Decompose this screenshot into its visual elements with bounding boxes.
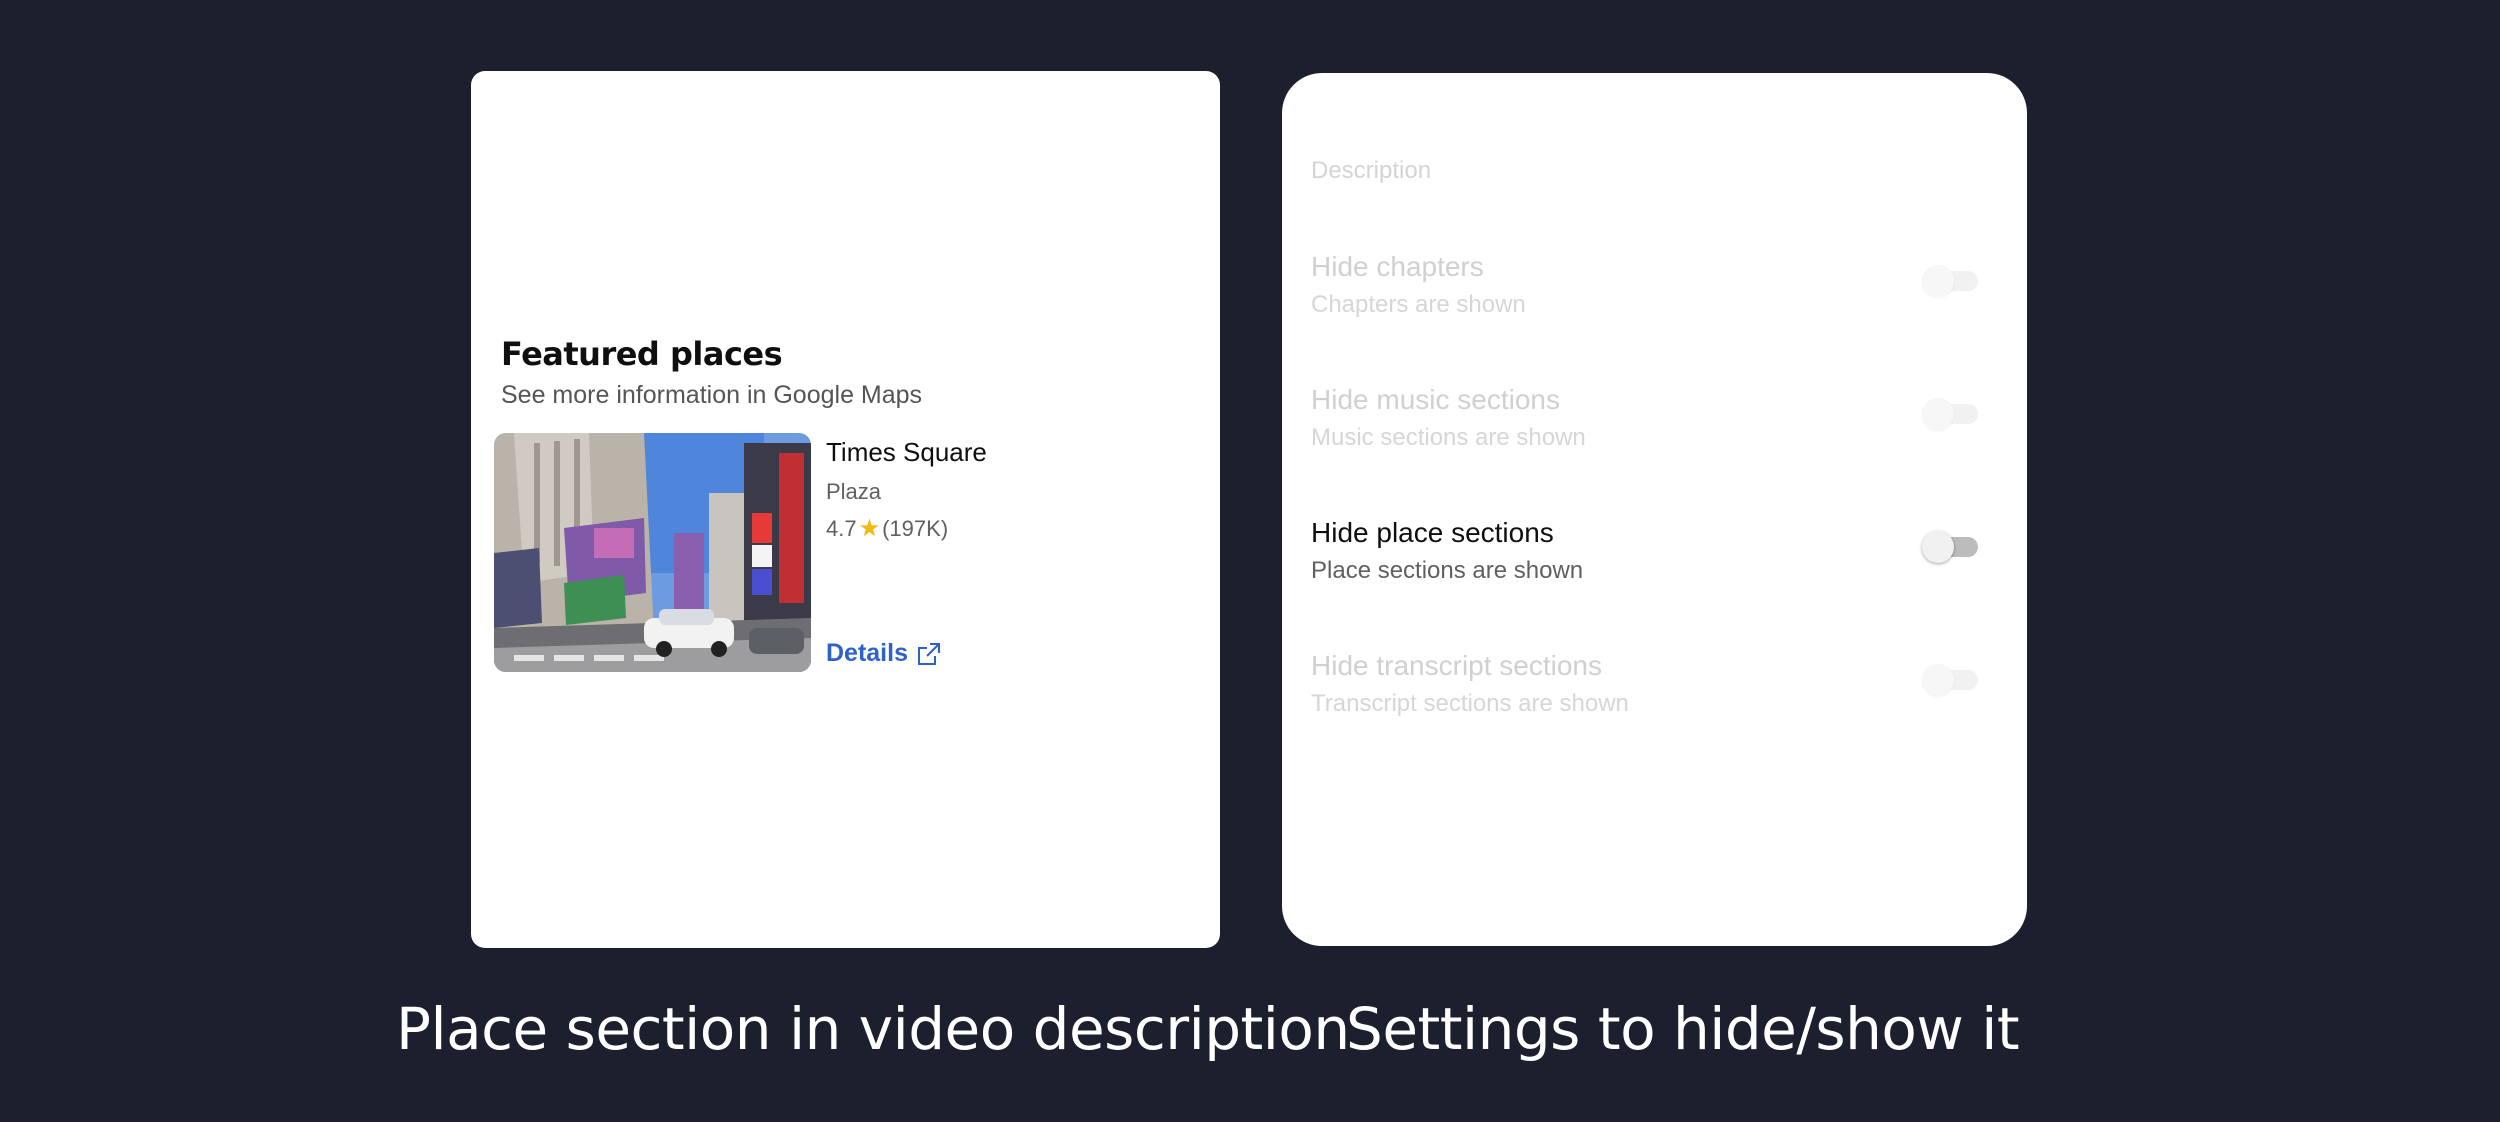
setting-title: Hide transcript sections (1311, 650, 1603, 681)
toggle-thumb (1922, 531, 1954, 563)
toggle-switch[interactable] (1922, 398, 1978, 430)
place-type: Plaza (826, 479, 882, 504)
setting-description: Music sections are shown (1311, 424, 1586, 451)
place-name[interactable]: Times Square (826, 437, 987, 468)
toggle-thumb (1922, 398, 1954, 430)
setting-hide-chapters: Hide chapters Chapters are shown (1311, 251, 2001, 331)
times-square-photo (494, 433, 811, 672)
featured-places-title: Featured places (501, 335, 783, 373)
toggle-switch[interactable] (1922, 664, 1978, 696)
star-icon: ★ (858, 515, 881, 542)
caption-place-section: Place section in video description (396, 995, 1350, 1063)
toggle-switch[interactable] (1922, 265, 1978, 297)
external-link-icon (917, 642, 940, 665)
setting-title: Hide chapters (1311, 251, 1484, 282)
setting-title: Hide music sections (1311, 384, 1560, 415)
setting-description: Transcript sections are shown (1311, 690, 1629, 717)
caption-settings: Settings to hide/show it (1346, 995, 2020, 1063)
details-label: Details (826, 639, 908, 667)
review-count: (197K) (882, 516, 949, 541)
settings-card: Description Hide chapters Chapters are s… (1282, 73, 2027, 946)
featured-places-card: Featured places See more information in … (471, 71, 1220, 948)
setting-description: Chapters are shown (1311, 291, 1526, 318)
settings-section-heading: Description (1311, 157, 1432, 184)
setting-hide-music-sections: Hide music sections Music sections are s… (1311, 384, 2001, 464)
setting-hide-transcript-sections: Hide transcript sections Transcript sect… (1311, 650, 2001, 730)
toggle-thumb (1922, 664, 1954, 696)
setting-description: Place sections are shown (1311, 557, 1584, 584)
details-link[interactable]: Details (826, 639, 942, 668)
featured-places-subtitle: See more information in Google Maps (501, 381, 923, 409)
toggle-switch[interactable] (1922, 531, 1978, 563)
place-thumbnail[interactable] (494, 433, 811, 672)
place-rating: 4.7 ★ (197K) (826, 516, 948, 542)
setting-hide-place-sections: Hide place sections Place sections are s… (1311, 517, 2001, 597)
rating-value: 4.7 (826, 516, 857, 541)
setting-title: Hide place sections (1311, 517, 1554, 548)
toggle-thumb (1922, 265, 1954, 297)
